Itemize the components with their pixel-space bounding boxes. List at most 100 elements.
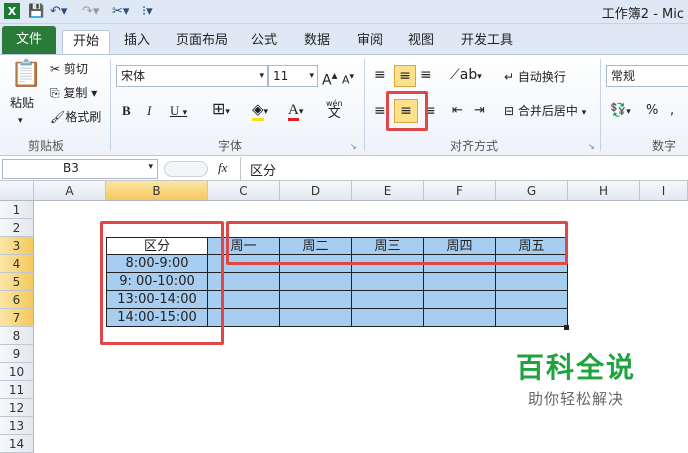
center-align-highlight — [386, 91, 428, 131]
cell-f5[interactable] — [424, 273, 496, 291]
row-header-6[interactable]: 6 — [0, 291, 34, 309]
column-header-c[interactable]: C — [208, 181, 280, 201]
cell-e5[interactable] — [352, 273, 424, 291]
column-header-f[interactable]: F — [424, 181, 496, 201]
tab-insert[interactable]: 插入 — [114, 30, 160, 54]
column-header-b[interactable]: B — [106, 181, 208, 201]
merge-center-label: 合并后居中 — [517, 104, 578, 118]
redo-icon[interactable]: ↷▾ — [82, 3, 99, 20]
number-format-select[interactable]: 常规 — [606, 65, 688, 87]
window-title: 工作簿2 - Mic — [601, 7, 684, 22]
row-header-8[interactable]: 8 — [0, 327, 34, 345]
tab-page-layout[interactable]: 页面布局 — [166, 30, 238, 54]
column-header-a[interactable]: A — [34, 181, 106, 201]
row-header-12[interactable]: 12 — [0, 399, 34, 417]
row-header-14[interactable]: 14 — [0, 435, 34, 453]
tab-home[interactable]: 开始 — [62, 30, 111, 54]
row-header-10[interactable]: 10 — [0, 363, 34, 381]
align-middle-button[interactable]: ≡ — [394, 65, 416, 87]
tools-icon[interactable]: ✂▾ — [112, 3, 129, 20]
customize-toolbar-icon[interactable]: ⁝▾ — [142, 3, 153, 20]
align-bottom-button[interactable]: ≡ — [420, 67, 432, 83]
undo-icon[interactable]: ↶▾ — [50, 3, 67, 20]
paste-button[interactable]: 粘贴 — [10, 95, 34, 111]
font-color-button[interactable]: A▾ — [288, 101, 304, 121]
merge-center-button[interactable]: ⊟ 合并后居中 ▾ — [504, 103, 586, 121]
increase-indent-button[interactable]: ⇥ — [474, 103, 485, 119]
cell-g7[interactable] — [496, 309, 568, 327]
row-header-3[interactable]: 3 — [0, 237, 34, 255]
dialog-launcher-icon[interactable]: ↘ — [350, 139, 357, 155]
fill-color-button[interactable]: ◈▾ — [252, 100, 268, 121]
column-header-h[interactable]: H — [568, 181, 640, 201]
fill-handle[interactable] — [564, 325, 569, 330]
formula-input[interactable]: 区分 — [250, 160, 276, 179]
cell-f7[interactable] — [424, 309, 496, 327]
select-all-corner[interactable] — [0, 181, 34, 201]
column-header-e[interactable]: E — [352, 181, 424, 201]
cell-d5[interactable] — [280, 273, 352, 291]
tab-formulas[interactable]: 公式 — [241, 30, 287, 54]
save-icon[interactable]: 💾 — [28, 3, 44, 20]
tab-view[interactable]: 视图 — [398, 30, 444, 54]
underline-button[interactable]: U ▾ — [170, 103, 187, 120]
paste-icon[interactable]: 📋 — [10, 59, 42, 89]
phonetic-char: 文 — [327, 106, 341, 121]
row-header-1[interactable]: 1 — [0, 201, 34, 219]
decrease-indent-button[interactable]: ⇤ — [452, 103, 463, 119]
excel-logo-icon: X — [4, 3, 20, 19]
paste-dropdown-icon[interactable]: ▾ — [18, 113, 23, 129]
font-name-select[interactable]: 宋体 ▾ — [116, 65, 268, 87]
cell-e6[interactable] — [352, 291, 424, 309]
wrap-text-label: 自动换行 — [517, 70, 566, 84]
cell-d7[interactable] — [280, 309, 352, 327]
cell-g5[interactable] — [496, 273, 568, 291]
shrink-font-button[interactable]: A▾ — [342, 69, 354, 89]
row-labels-highlight — [100, 221, 224, 345]
watermark-title: 百科全说 — [515, 351, 636, 384]
row-header-4[interactable]: 4 — [0, 255, 34, 273]
cell-e7[interactable] — [352, 309, 424, 327]
tab-file[interactable]: 文件 — [2, 26, 56, 54]
cut-label: 剪切 — [63, 62, 88, 76]
formula-bar-resize-handle[interactable] — [164, 161, 208, 177]
row-header-5[interactable]: 5 — [0, 273, 34, 291]
name-box[interactable]: B3 ▾ — [2, 159, 158, 179]
dialog-launcher-icon[interactable]: ↘ — [588, 139, 595, 155]
column-header-d[interactable]: D — [280, 181, 352, 201]
chevron-down-icon: ▾ — [298, 107, 304, 117]
format-painter-button[interactable]: 🖌格式刷 — [50, 109, 101, 125]
column-header-g[interactable]: G — [496, 181, 568, 201]
row-header-2[interactable]: 2 — [0, 219, 34, 237]
chevron-down-icon: ▾ — [626, 107, 631, 117]
copy-button[interactable]: ⎘ 复制 ▾ — [50, 85, 97, 101]
tab-developer[interactable]: 开发工具 — [451, 30, 523, 54]
bold-button[interactable]: B — [122, 103, 131, 119]
row-header-11[interactable]: 11 — [0, 381, 34, 399]
row-header-9[interactable]: 9 — [0, 345, 34, 363]
comma-style-button[interactable]: , — [670, 103, 674, 119]
align-left-button[interactable]: ≡ — [374, 103, 386, 119]
percent-button[interactable]: % — [646, 103, 658, 119]
cut-button[interactable]: ✂ 剪切 — [50, 61, 88, 77]
orientation-button[interactable]: ⟋ab▾ — [450, 67, 482, 85]
cell-g6[interactable] — [496, 291, 568, 309]
cell-d6[interactable] — [280, 291, 352, 309]
tab-data[interactable]: 数据 — [294, 30, 340, 54]
row-header-13[interactable]: 13 — [0, 417, 34, 435]
cell-f6[interactable] — [424, 291, 496, 309]
phonetic-guide-button[interactable]: wén 文 — [326, 99, 343, 120]
wrap-text-button[interactable]: ↵ 自动换行 — [504, 69, 566, 85]
tab-review[interactable]: 审阅 — [347, 30, 393, 54]
insert-function-button[interactable]: fx — [218, 160, 227, 176]
italic-button[interactable]: I — [147, 103, 151, 119]
font-size-select[interactable]: 11 ▾ — [268, 65, 318, 87]
wrap-text-icon: ↵ — [504, 70, 518, 84]
grow-font-button[interactable]: A▴ — [322, 67, 337, 89]
row-header-7[interactable]: 7 — [0, 309, 34, 327]
align-top-button[interactable]: ≡ — [374, 67, 387, 83]
accounting-format-button[interactable]: 💱▾ — [610, 103, 631, 120]
borders-button[interactable]: ⊞▾ — [212, 101, 230, 120]
number-format-value: 常规 — [611, 69, 636, 83]
column-header-i[interactable]: I — [640, 181, 688, 201]
